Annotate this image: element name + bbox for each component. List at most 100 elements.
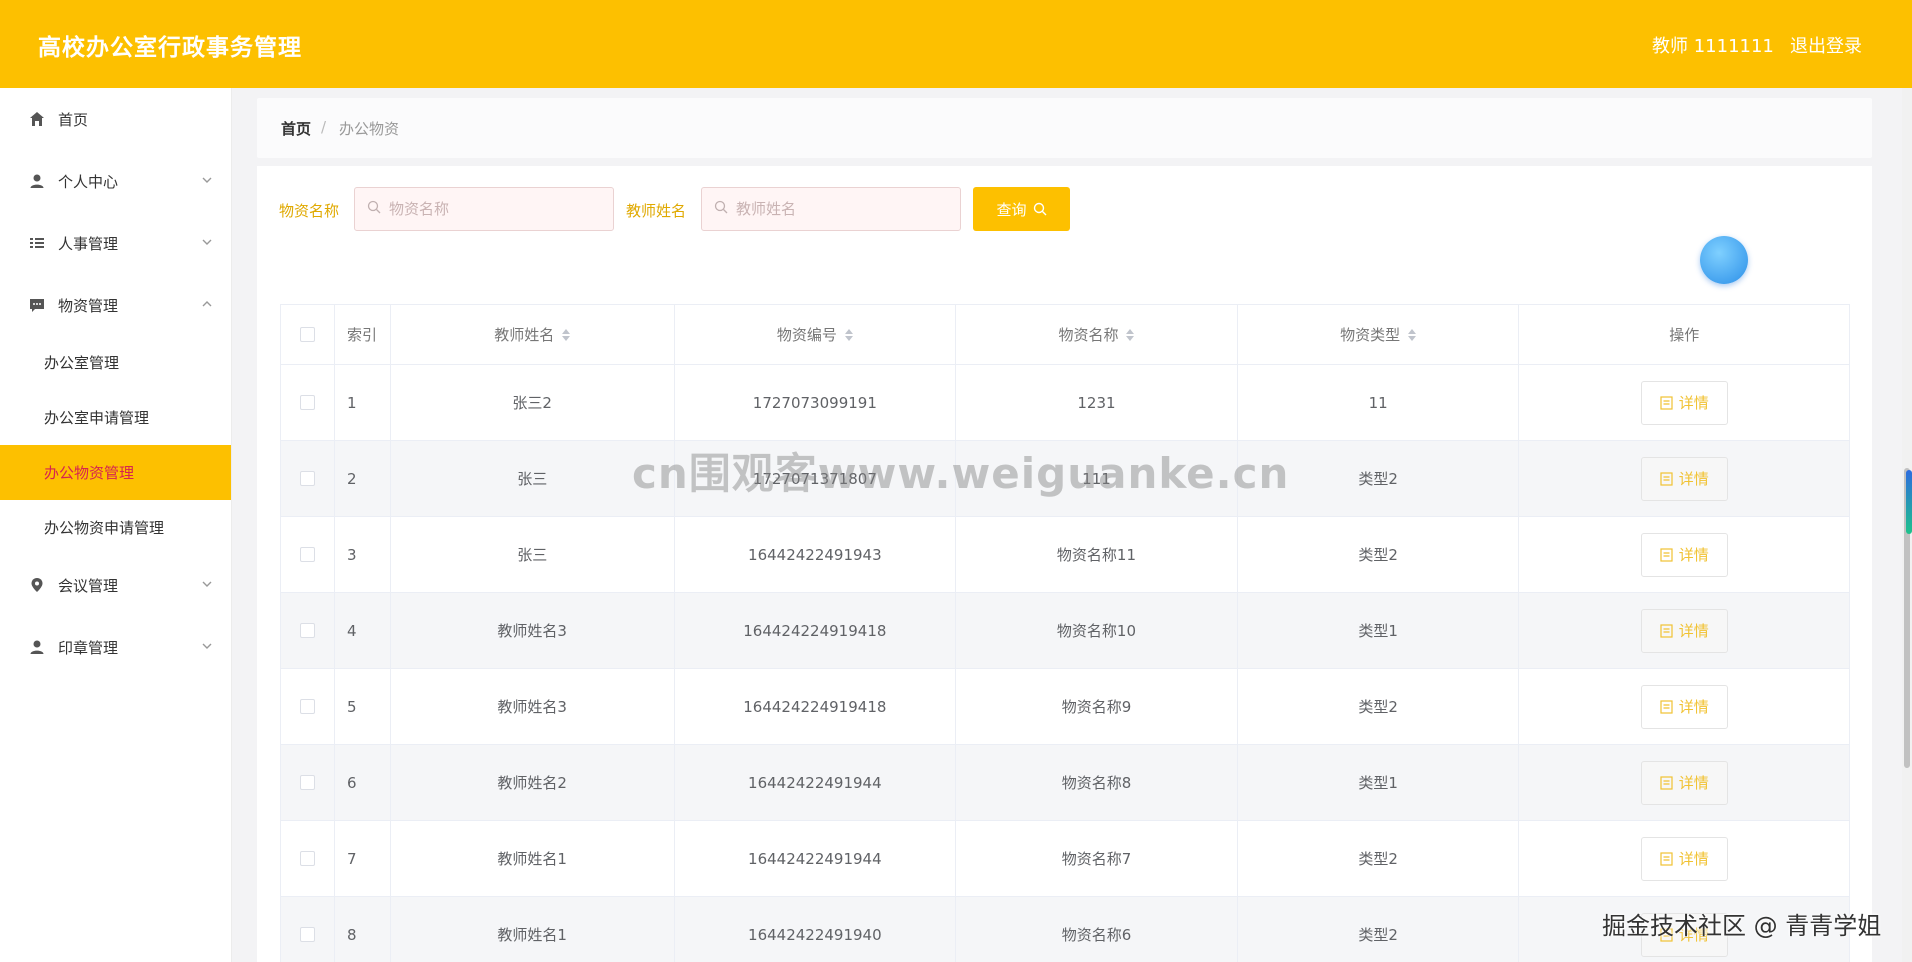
detail-button[interactable]: 详情 [1640, 684, 1728, 729]
cell-teacher: 教师姓名2 [391, 745, 675, 820]
cell-type: 11 [1238, 365, 1520, 440]
teacher-name-label: 教师姓名 [626, 202, 687, 220]
cell-code: 1727073099191 [675, 365, 957, 440]
header-teacher-label: 教师姓名 [494, 326, 555, 344]
breadcrumb-current: 办公物资 [339, 120, 400, 138]
chevron-up-icon [200, 297, 214, 311]
table-row: 5 教师姓名3 164424224919418 物资名称9 类型2 详情 [281, 669, 1849, 745]
chevron-down-icon [200, 577, 214, 591]
teacher-name-field[interactable] [701, 187, 961, 231]
cell-operation: 详情 [1519, 365, 1849, 440]
chevron-down-icon [200, 173, 214, 187]
detail-button-label: 详情 [1678, 470, 1709, 488]
top-header: 高校办公室行政事务管理 教师 1111111 退出登录 [0, 0, 1912, 88]
document-icon [1660, 927, 1673, 942]
sidebar-item-home[interactable]: 首页 [0, 94, 231, 144]
header-teacher[interactable]: 教师姓名 [391, 305, 675, 364]
document-icon [1660, 851, 1673, 866]
breadcrumb-home[interactable]: 首页 [281, 118, 311, 139]
logout-link[interactable]: 退出登录 [1790, 32, 1862, 58]
cell-operation: 详情 [1519, 441, 1849, 516]
user-icon [28, 638, 46, 656]
row-select [281, 745, 335, 820]
cell-index: 7 [335, 821, 391, 896]
row-checkbox[interactable] [299, 623, 315, 638]
row-checkbox[interactable] [299, 471, 315, 486]
row-select [281, 897, 335, 962]
sidebar-item-label: 会议管理 [58, 576, 119, 595]
sidebar-item-personal-center[interactable]: 个人中心 [0, 156, 231, 206]
cell-material: 物资名称10 [956, 593, 1238, 668]
cell-index: 3 [335, 517, 391, 592]
cell-teacher: 张三 [391, 517, 675, 592]
header-select-all [281, 305, 335, 364]
cell-teacher: 教师姓名3 [391, 669, 675, 744]
cell-material: 物资名称8 [956, 745, 1238, 820]
table-row: 1 张三2 1727073099191 1231 11 详情 [281, 365, 1849, 441]
home-icon [28, 110, 46, 128]
floating-assistant-ball[interactable] [1700, 236, 1748, 284]
sidebar-item-materials[interactable]: 物资管理 [0, 280, 231, 330]
row-select [281, 821, 335, 896]
detail-button[interactable]: 详情 [1640, 380, 1728, 425]
detail-button[interactable]: 详情 [1640, 836, 1728, 881]
detail-button[interactable]: 详情 [1640, 912, 1728, 957]
row-checkbox[interactable] [299, 547, 315, 562]
detail-button[interactable]: 详情 [1640, 608, 1728, 653]
row-select [281, 441, 335, 516]
row-checkbox[interactable] [299, 699, 315, 714]
cell-operation: 详情 [1519, 669, 1849, 744]
cell-code: 16442422491940 [675, 897, 957, 962]
sort-icon[interactable] [844, 328, 853, 341]
cell-code: 16442422491943 [675, 517, 957, 592]
material-name-field[interactable] [354, 187, 614, 231]
sort-icon[interactable] [562, 328, 571, 341]
sidebar-item-hr[interactable]: 人事管理 [0, 218, 231, 268]
cell-code: 164424224919418 [675, 593, 957, 668]
header-material[interactable]: 物资名称 [956, 305, 1238, 364]
sidebar-sub-office-materials[interactable]: 办公物资管理 [0, 445, 231, 500]
cell-type: 类型2 [1238, 517, 1520, 592]
teacher-name-input[interactable] [736, 200, 936, 218]
table-row: 3 张三 16442422491943 物资名称11 类型2 详情 [281, 517, 1849, 593]
detail-button[interactable]: 详情 [1640, 532, 1728, 577]
detail-button-label: 详情 [1678, 850, 1709, 868]
sidebar-sub-materials-apply[interactable]: 办公物资申请管理 [0, 500, 231, 555]
header-type[interactable]: 物资类型 [1238, 305, 1520, 364]
sidebar-item-meetings[interactable]: 会议管理 [0, 560, 231, 610]
cell-operation: 详情 [1519, 593, 1849, 668]
material-name-input[interactable] [389, 200, 589, 218]
sidebar-item-label: 人事管理 [58, 234, 119, 253]
row-checkbox[interactable] [299, 395, 315, 410]
query-button[interactable]: 查询 [973, 187, 1070, 231]
row-checkbox[interactable] [299, 851, 315, 866]
header-code[interactable]: 物资编号 [675, 305, 957, 364]
sidebar-item-label: 首页 [58, 110, 89, 129]
detail-button[interactable]: 详情 [1640, 760, 1728, 805]
sidebar-sub-office[interactable]: 办公室管理 [0, 335, 231, 390]
select-all-checkbox[interactable] [299, 327, 315, 342]
header-material-label: 物资名称 [1058, 326, 1119, 344]
cell-code: 164424224919418 [675, 669, 957, 744]
document-icon [1660, 471, 1673, 486]
document-icon [1660, 395, 1673, 410]
table-row: 4 教师姓名3 164424224919418 物资名称10 类型1 详情 [281, 593, 1849, 669]
table-row: 2 张三 1727071371807 111 类型2 详情 [281, 441, 1849, 517]
breadcrumb-separator: / [321, 118, 327, 136]
sort-icon[interactable] [1408, 328, 1417, 341]
header-type-label: 物资类型 [1340, 326, 1401, 344]
sidebar-item-seals[interactable]: 印章管理 [0, 622, 231, 672]
table-row: 6 教师姓名2 16442422491944 物资名称8 类型1 详情 [281, 745, 1849, 821]
sidebar-sub-office-apply[interactable]: 办公室申请管理 [0, 390, 231, 445]
detail-button-label: 详情 [1678, 622, 1709, 640]
current-user: 教师 1111111 [1652, 36, 1774, 57]
detail-button[interactable]: 详情 [1640, 456, 1728, 501]
cell-type: 类型1 [1238, 593, 1520, 668]
sort-icon[interactable] [1126, 328, 1135, 341]
row-checkbox[interactable] [299, 775, 315, 790]
materials-table: 索引 教师姓名 物资编号 物资名称 物资类型 操作 1 张三2 17270730… [280, 304, 1850, 962]
cell-material: 1231 [956, 365, 1238, 440]
row-checkbox[interactable] [299, 927, 315, 942]
cell-teacher: 教师姓名1 [391, 821, 675, 896]
list-icon [28, 234, 46, 252]
